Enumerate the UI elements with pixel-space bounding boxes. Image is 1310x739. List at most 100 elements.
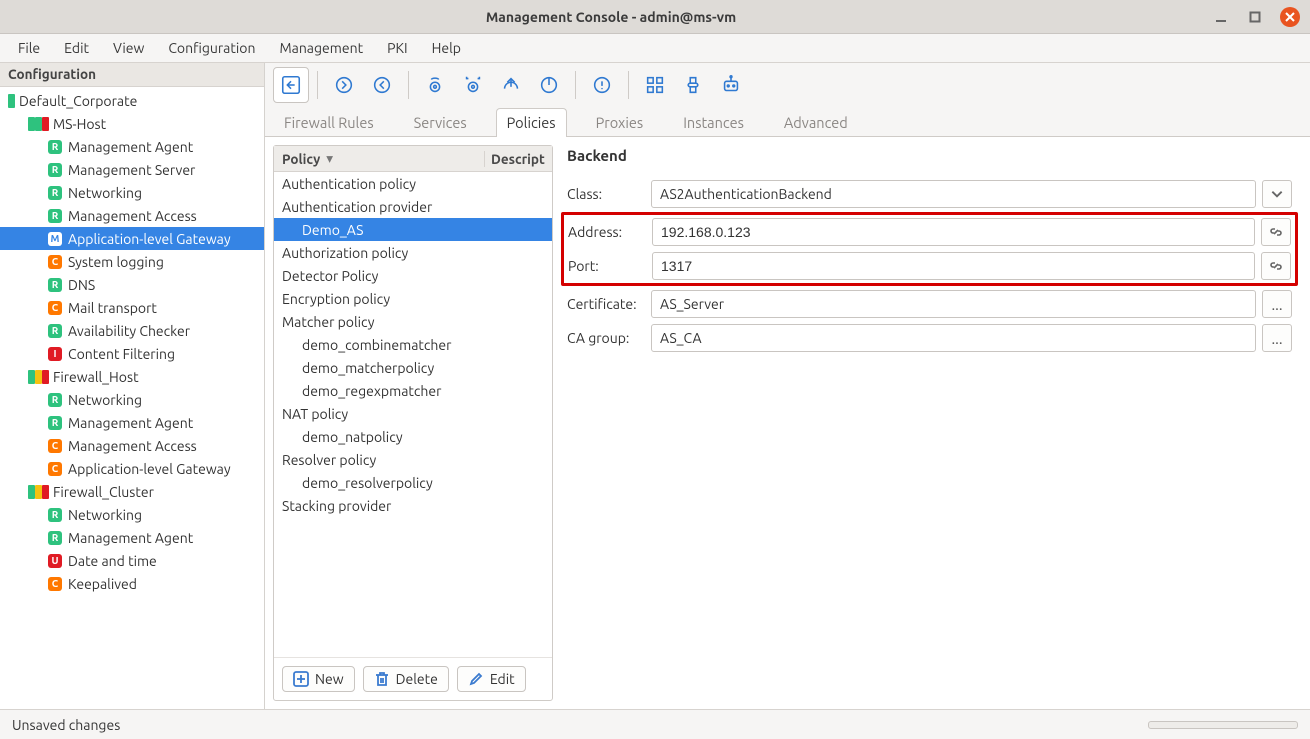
minimize-button[interactable] bbox=[1212, 8, 1230, 26]
menu-pki[interactable]: PKI bbox=[377, 37, 417, 59]
commit-button[interactable] bbox=[326, 67, 362, 103]
tree-item-label: DNS bbox=[64, 277, 95, 293]
menu-management[interactable]: Management bbox=[269, 37, 373, 59]
policy-list[interactable]: Authentication policyAuthentication prov… bbox=[274, 172, 552, 657]
toolbar bbox=[265, 63, 1310, 107]
port-link-button[interactable] bbox=[1261, 252, 1291, 280]
tree-item[interactable]: RManagement Server bbox=[0, 158, 264, 181]
policy-item[interactable]: NAT policy bbox=[274, 402, 552, 425]
tree-item[interactable]: UDate and time bbox=[0, 549, 264, 572]
tree-item[interactable]: RNetworking bbox=[0, 388, 264, 411]
menu-file[interactable]: File bbox=[8, 37, 50, 59]
tree-item[interactable]: Firewall_Host bbox=[0, 365, 264, 388]
edit-policy-button[interactable]: Edit bbox=[457, 666, 526, 692]
close-button[interactable] bbox=[1280, 7, 1300, 27]
menu-help[interactable]: Help bbox=[422, 37, 471, 59]
tab-firewall-rules[interactable]: Firewall Rules bbox=[273, 108, 385, 137]
maximize-button[interactable] bbox=[1246, 8, 1264, 26]
check-button[interactable] bbox=[584, 67, 620, 103]
policy-header-col2[interactable]: Descript bbox=[484, 151, 552, 167]
menu-configuration[interactable]: Configuration bbox=[158, 37, 265, 59]
policy-header-col1[interactable]: Policy bbox=[282, 151, 320, 167]
cert-row: Certificate: AS_Server ... bbox=[567, 290, 1292, 318]
tree-item[interactable]: CKeepalived bbox=[0, 572, 264, 595]
compare-config-button[interactable] bbox=[455, 67, 491, 103]
address-row: Address: bbox=[568, 218, 1291, 246]
tree-item[interactable]: RManagement Agent bbox=[0, 135, 264, 158]
policy-item[interactable]: demo_resolverpolicy bbox=[274, 471, 552, 494]
menu-edit[interactable]: Edit bbox=[54, 37, 99, 59]
view-config-button[interactable] bbox=[417, 67, 453, 103]
tree-item[interactable]: IContent Filtering bbox=[0, 342, 264, 365]
tree-item[interactable]: CManagement Access bbox=[0, 434, 264, 457]
window-title: Management Console - admin@ms-vm bbox=[10, 9, 1212, 25]
tree-item[interactable]: RAvailability Checker bbox=[0, 319, 264, 342]
component-badge-icon: M bbox=[48, 232, 62, 246]
python-button[interactable] bbox=[675, 67, 711, 103]
tree-item[interactable]: CSystem logging bbox=[0, 250, 264, 273]
control-button[interactable] bbox=[531, 67, 567, 103]
delete-policy-button[interactable]: Delete bbox=[363, 666, 449, 692]
tree-item[interactable]: RManagement Agent bbox=[0, 526, 264, 549]
tree-item[interactable]: CApplication-level Gateway bbox=[0, 457, 264, 480]
menu-view[interactable]: View bbox=[103, 37, 154, 59]
policy-item[interactable]: demo_combinematcher bbox=[274, 333, 552, 356]
class-dropdown-button[interactable] bbox=[1262, 180, 1292, 208]
tree-item-label: Date and time bbox=[64, 553, 157, 569]
policy-item[interactable]: demo_matcherpolicy bbox=[274, 356, 552, 379]
component-badge-icon: R bbox=[48, 508, 62, 522]
status-square-icon bbox=[42, 485, 49, 499]
policy-item[interactable]: Encryption policy bbox=[274, 287, 552, 310]
details-panel: Backend Class: AS2AuthenticationBackend … bbox=[553, 137, 1310, 709]
port-input[interactable] bbox=[652, 252, 1255, 280]
revert-button[interactable] bbox=[364, 67, 400, 103]
status-square-icon bbox=[35, 485, 42, 499]
policy-item[interactable]: demo_natpolicy bbox=[274, 425, 552, 448]
policy-item[interactable]: Authentication policy bbox=[274, 172, 552, 195]
back-button[interactable] bbox=[273, 67, 309, 103]
upload-button[interactable] bbox=[493, 67, 529, 103]
tree-item[interactable]: RNetworking bbox=[0, 181, 264, 204]
sort-indicator-icon: ▾ bbox=[326, 150, 333, 167]
policy-item[interactable]: Authentication provider bbox=[274, 195, 552, 218]
tree-item[interactable]: MS-Host bbox=[0, 112, 264, 135]
address-input[interactable] bbox=[652, 218, 1255, 246]
policy-item[interactable]: Resolver policy bbox=[274, 448, 552, 471]
address-link-button[interactable] bbox=[1261, 218, 1291, 246]
config-tree[interactable]: Default_CorporateMS-HostRManagement Agen… bbox=[0, 87, 264, 709]
tab-advanced[interactable]: Advanced bbox=[773, 108, 859, 137]
grid-button[interactable] bbox=[637, 67, 673, 103]
address-label: Address: bbox=[568, 224, 652, 240]
tree-item[interactable]: RManagement Agent bbox=[0, 411, 264, 434]
robot-button[interactable] bbox=[713, 67, 749, 103]
policy-item[interactable]: demo_regexpmatcher bbox=[274, 379, 552, 402]
cagroup-browse-button[interactable]: ... bbox=[1262, 324, 1292, 352]
policy-item[interactable]: Matcher policy bbox=[274, 310, 552, 333]
tree-item[interactable]: RManagement Access bbox=[0, 204, 264, 227]
tree-item-label: Networking bbox=[64, 392, 142, 408]
config-sidebar: Configuration Default_CorporateMS-HostRM… bbox=[0, 63, 265, 709]
tab-instances[interactable]: Instances bbox=[672, 108, 755, 137]
policy-item[interactable]: Authorization policy bbox=[274, 241, 552, 264]
tree-item[interactable]: Firewall_Cluster bbox=[0, 480, 264, 503]
policy-item[interactable]: Demo_AS bbox=[274, 218, 552, 241]
tab-services[interactable]: Services bbox=[403, 108, 478, 137]
tab-proxies[interactable]: Proxies bbox=[585, 108, 655, 137]
policy-item[interactable]: Stacking provider bbox=[274, 494, 552, 517]
new-policy-label: New bbox=[315, 671, 344, 687]
status-square-icon bbox=[42, 370, 49, 384]
tree-item[interactable]: Default_Corporate bbox=[0, 89, 264, 112]
new-policy-button[interactable]: New bbox=[282, 666, 355, 692]
content-split: Configuration Default_CorporateMS-HostRM… bbox=[0, 62, 1310, 709]
tree-item[interactable]: RNetworking bbox=[0, 503, 264, 526]
tree-item[interactable]: MApplication-level Gateway bbox=[0, 227, 264, 250]
policy-item[interactable]: Detector Policy bbox=[274, 264, 552, 287]
class-label: Class: bbox=[567, 186, 651, 202]
class-row: Class: AS2AuthenticationBackend bbox=[567, 180, 1292, 208]
tree-item[interactable]: RDNS bbox=[0, 273, 264, 296]
tree-item[interactable]: CMail transport bbox=[0, 296, 264, 319]
tab-policies[interactable]: Policies bbox=[496, 108, 567, 137]
menubar: FileEditViewConfigurationManagementPKIHe… bbox=[0, 34, 1310, 62]
cert-browse-button[interactable]: ... bbox=[1262, 290, 1292, 318]
tree-item-label: Management Server bbox=[64, 162, 195, 178]
